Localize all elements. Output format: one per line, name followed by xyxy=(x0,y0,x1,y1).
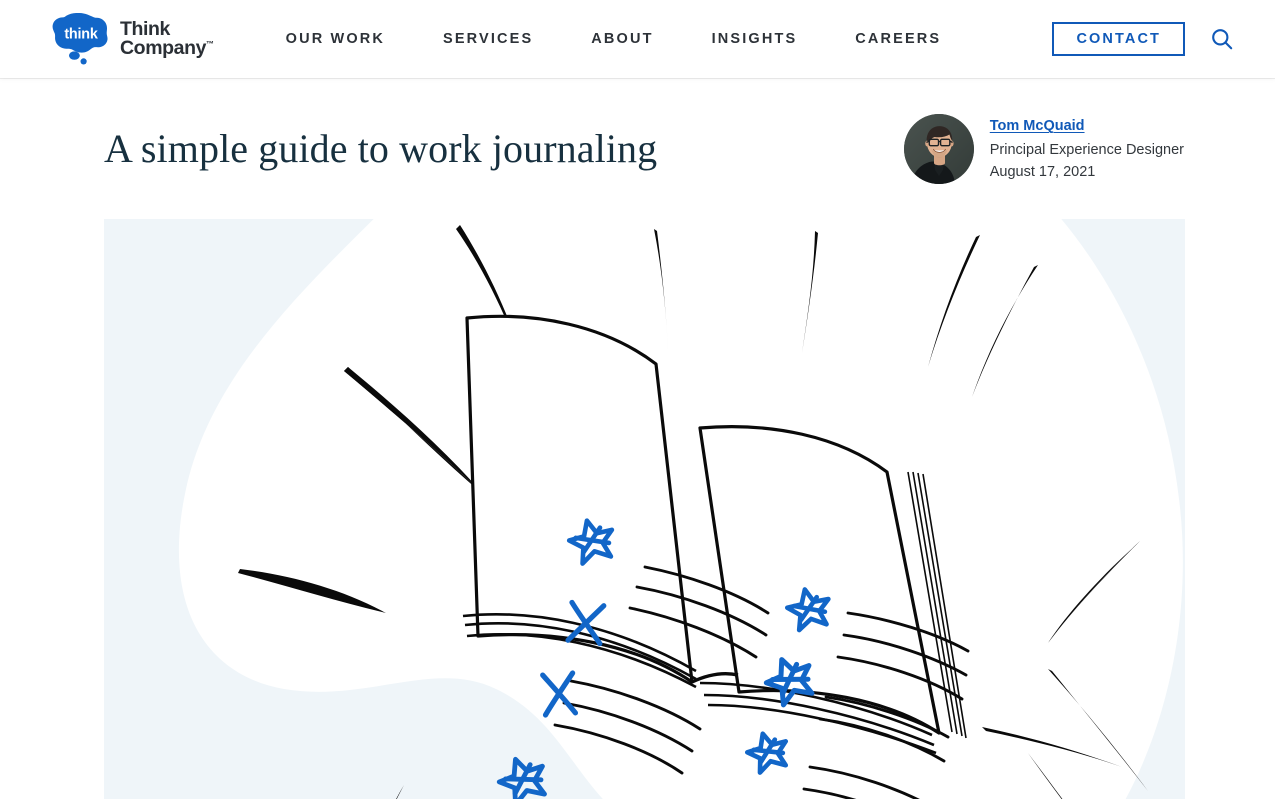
svg-text:think: think xyxy=(64,27,99,43)
hero-illustration xyxy=(104,219,1185,799)
page-title: A simple guide to work journaling xyxy=(104,125,658,171)
trademark-symbol: ™ xyxy=(206,39,214,49)
avatar xyxy=(903,113,974,184)
site-header: think Think Company™ OUR WORK SERVICES A… xyxy=(0,0,1275,78)
site-logo[interactable]: think Think Company™ xyxy=(52,13,214,65)
nav-item-about[interactable]: ABOUT xyxy=(591,21,653,57)
nav-item-careers[interactable]: CAREERS xyxy=(855,21,941,57)
contact-button[interactable]: CONTACT xyxy=(1052,22,1185,56)
publish-date: August 17, 2021 xyxy=(989,163,1096,180)
header-actions: CONTACT xyxy=(1052,22,1237,56)
logo-line-company: Company™ xyxy=(120,37,214,59)
author-link[interactable]: Tom McQuaid xyxy=(990,115,1085,137)
search-button[interactable] xyxy=(1207,24,1237,54)
think-bubble-logo-icon: think xyxy=(52,13,108,65)
byline-text: Tom McQuaid Principal Experience Designe… xyxy=(990,114,1184,182)
logo-wordmark: Think Company™ xyxy=(120,19,214,59)
nav-item-insights[interactable]: INSIGHTS xyxy=(712,21,798,57)
journal-illustration-svg xyxy=(104,219,1185,799)
article-header: A simple guide to work journaling Tom Mc… xyxy=(0,78,1275,219)
author-role: Principal Experience Designer xyxy=(989,141,1184,158)
nav-item-our-work[interactable]: OUR WORK xyxy=(286,21,385,57)
primary-navigation: OUR WORK SERVICES ABOUT INSIGHTS CAREERS xyxy=(286,21,942,57)
nav-item-services[interactable]: SERVICES xyxy=(443,21,533,57)
byline: Tom McQuaid Principal Experience Designe… xyxy=(903,113,1185,184)
search-icon xyxy=(1212,29,1233,50)
